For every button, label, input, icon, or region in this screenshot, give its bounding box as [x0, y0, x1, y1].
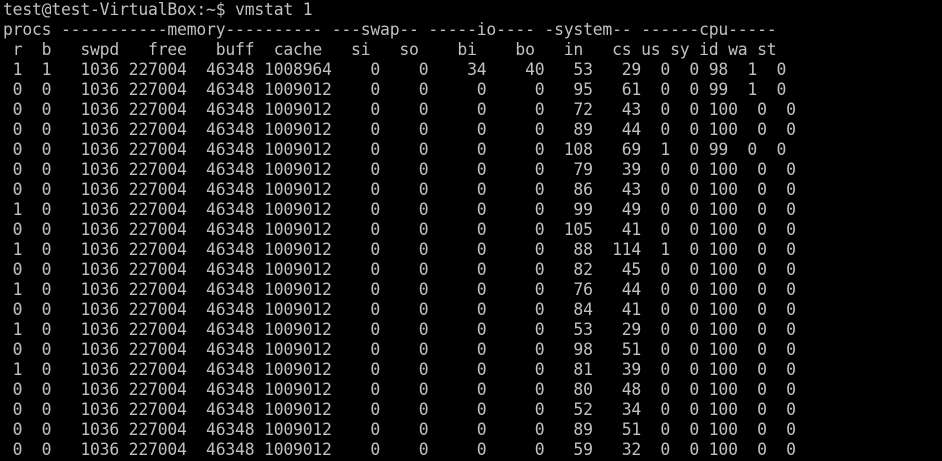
vmstat-row: 0 0 1036 227004 46348 1009012 0 0 0 0 52… [3, 400, 796, 419]
vmstat-row: 0 0 1036 227004 46348 1009012 0 0 0 0 98… [3, 340, 796, 359]
vmstat-row: 1 0 1036 227004 46348 1009012 0 0 0 0 88… [3, 240, 796, 259]
vmstat-row: 0 0 1036 227004 46348 1009012 0 0 0 0 86… [3, 180, 796, 199]
vmstat-row: 1 1 1036 227004 46348 1008964 0 0 34 40 … [3, 60, 787, 79]
vmstat-row: 1 0 1036 227004 46348 1009012 0 0 0 0 81… [3, 360, 796, 379]
vmstat-row: 0 0 1036 227004 46348 1009012 0 0 0 0 95… [3, 80, 787, 99]
vmstat-row: 0 0 1036 227004 46348 1009012 0 0 0 0 84… [3, 300, 796, 319]
vmstat-row: 0 0 1036 227004 46348 1009012 0 0 0 0 89… [3, 120, 796, 139]
vmstat-output-rows: 1 1 1036 227004 46348 1008964 0 0 34 40 … [3, 60, 942, 460]
vmstat-row: 1 0 1036 227004 46348 1009012 0 0 0 0 99… [3, 200, 796, 219]
vmstat-column-header: r b swpd free buff cache si so bi bo in … [3, 40, 777, 59]
vmstat-row: 0 0 1036 227004 46348 1009012 0 0 0 0 10… [3, 140, 787, 159]
vmstat-row: 0 0 1036 227004 46348 1009012 0 0 0 0 89… [3, 420, 796, 439]
vmstat-row: 0 0 1036 227004 46348 1009012 0 0 0 0 79… [3, 160, 796, 179]
vmstat-row: 0 0 1036 227004 46348 1009012 0 0 0 0 10… [3, 220, 796, 239]
vmstat-group-header: procs -----------memory---------- ---swa… [3, 20, 777, 39]
vmstat-row: 0 0 1036 227004 46348 1009012 0 0 0 0 80… [3, 380, 796, 399]
vmstat-row: 0 0 1036 227004 46348 1009012 0 0 0 0 72… [3, 100, 796, 119]
command-prompt: test@test-VirtualBox:~$ vmstat 1 [3, 0, 313, 19]
vmstat-row: 1 0 1036 227004 46348 1009012 0 0 0 0 76… [3, 280, 796, 299]
vmstat-row: 1 0 1036 227004 46348 1009012 0 0 0 0 53… [3, 320, 796, 339]
vmstat-row: 0 0 1036 227004 46348 1009012 0 0 0 0 82… [3, 260, 796, 279]
terminal-window[interactable]: test@test-VirtualBox:~$ vmstat 1 procs -… [0, 0, 942, 461]
vmstat-row: 0 0 1036 227004 46348 1009012 0 0 0 0 59… [3, 440, 796, 459]
